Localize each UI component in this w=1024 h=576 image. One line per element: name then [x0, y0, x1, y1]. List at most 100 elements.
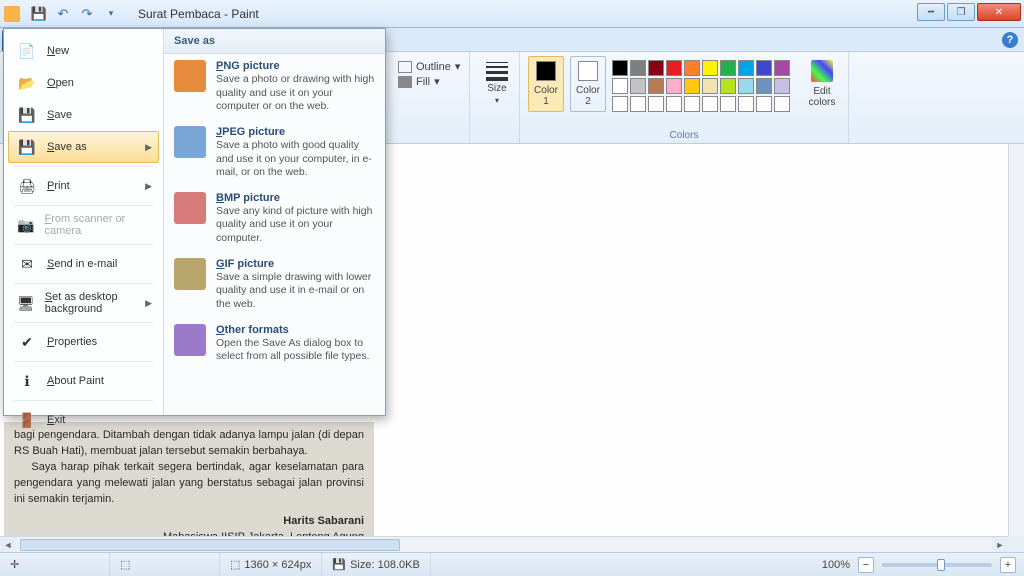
palette-color[interactable] [702, 96, 718, 112]
palette-color[interactable] [630, 96, 646, 112]
format-desc: Save a photo or drawing with high qualit… [216, 73, 375, 114]
palette-color[interactable] [684, 96, 700, 112]
size-button[interactable]: Size▾ [478, 56, 516, 105]
format-jpg[interactable]: JPEG pictureSave a photo with good quali… [164, 120, 385, 186]
menu-item-label: Exit [47, 414, 65, 426]
menu-item-label: Send in e-mail [47, 258, 117, 270]
color-palette[interactable] [612, 56, 790, 112]
format-oth[interactable]: Other formatsOpen the Save As dialog box… [164, 318, 385, 370]
palette-color[interactable] [702, 60, 718, 76]
menu-item-exit[interactable]: 🚪Exit [8, 404, 159, 436]
horizontal-scrollbar[interactable]: ◄ ► [0, 536, 1008, 552]
group-label-colors: Colors [520, 130, 848, 141]
menu-item-props[interactable]: ✔ Properties [8, 326, 159, 358]
palette-color[interactable] [648, 60, 664, 76]
palette-color[interactable] [702, 78, 718, 94]
about-icon: ℹ [17, 371, 37, 391]
palette-color[interactable] [648, 78, 664, 94]
edit-colors-button[interactable]: Edit colors [804, 56, 840, 108]
close-button[interactable]: ✕ [977, 3, 1021, 21]
submenu-arrow-icon: ▶ [145, 142, 152, 153]
palette-color[interactable] [738, 78, 754, 94]
qat-customize[interactable]: ▾ [100, 4, 122, 24]
palette-color[interactable] [756, 60, 772, 76]
fill-option[interactable]: Fill ▾ [398, 75, 461, 88]
palette-color[interactable] [774, 60, 790, 76]
format-title: Other formats [216, 324, 375, 336]
file-menu: 📄New📂Open💾Save💾Save as▶🖨Print▶📷From scan… [3, 28, 386, 416]
minimize-button[interactable]: ━ [917, 3, 945, 21]
props-icon: ✔ [17, 332, 37, 352]
color1-button[interactable]: Color 1 [528, 56, 564, 112]
palette-color[interactable] [612, 96, 628, 112]
palette-color[interactable] [666, 60, 682, 76]
palette-color[interactable] [666, 96, 682, 112]
palette-color[interactable] [612, 78, 628, 94]
menu-item-desktop[interactable]: 🖥Set as desktop background▶ [8, 287, 159, 319]
menu-item-scanner: 📷From scanner or camera [8, 209, 159, 241]
menu-item-label: New [47, 45, 69, 57]
palette-color[interactable] [774, 78, 790, 94]
menu-item-print[interactable]: 🖨Print▶ [8, 170, 159, 202]
format-title: BMP picture [216, 192, 375, 204]
outline-option[interactable]: Outline ▾ [398, 60, 461, 73]
file-size: 💾 Size: 108.0KB [322, 553, 430, 576]
status-bar: ✛ ⬚ ⬚ 1360 × 624px 💾 Size: 108.0KB 100% … [0, 552, 1024, 576]
menu-item-save[interactable]: 💾Save [8, 99, 159, 131]
help-icon[interactable]: ? [1002, 32, 1018, 48]
menu-item-new[interactable]: 📄New [8, 35, 159, 67]
menu-item-saveas[interactable]: 💾Save as▶ [8, 131, 159, 163]
menu-item-label: Save [47, 109, 72, 121]
palette-color[interactable] [720, 96, 736, 112]
format-png[interactable]: PNG pictureSave a photo or drawing with … [164, 54, 385, 120]
menu-item-label: Properties [47, 336, 97, 348]
format-desc: Save a photo with good quality and use i… [216, 139, 375, 180]
qat-save[interactable]: 💾 [28, 4, 50, 24]
palette-color[interactable] [756, 78, 772, 94]
menu-item-open[interactable]: 📂Open [8, 67, 159, 99]
menu-item-about[interactable]: ℹAbout Paint [8, 365, 159, 397]
palette-color[interactable] [720, 60, 736, 76]
cursor-pos: ✛ [0, 553, 110, 576]
document-image: bagi pengendara. Ditambah dengan tidak a… [4, 422, 374, 552]
format-title: GIF picture [216, 258, 375, 270]
palette-color[interactable] [738, 96, 754, 112]
fmt-oth-icon [174, 324, 206, 356]
qat-redo[interactable]: ↷ [76, 4, 98, 24]
palette-color[interactable] [756, 96, 772, 112]
zoom-level: 100% [822, 559, 850, 571]
palette-color[interactable] [720, 78, 736, 94]
app-icon [4, 6, 20, 22]
format-desc: Open the Save As dialog box to select fr… [216, 337, 375, 364]
print-icon: 🖨 [17, 176, 37, 196]
qat-undo[interactable]: ↶ [52, 4, 74, 24]
color2-button[interactable]: Color 2 [570, 56, 606, 112]
vertical-scrollbar[interactable] [1008, 144, 1024, 536]
fmt-bmp-icon [174, 192, 206, 224]
submenu-header: Save as [164, 29, 385, 54]
palette-color[interactable] [630, 60, 646, 76]
palette-color[interactable] [630, 78, 646, 94]
palette-color[interactable] [684, 60, 700, 76]
canvas-dims: ⬚ 1360 × 624px [220, 553, 322, 576]
desktop-icon: 🖥 [17, 293, 35, 313]
title-bar: 💾 ↶ ↷ ▾ Surat Pembaca - Paint ━ ❐ ✕ [0, 0, 1024, 28]
maximize-button[interactable]: ❐ [947, 3, 975, 21]
menu-item-label: Set as desktop background [45, 291, 150, 315]
zoom-in-button[interactable]: + [1000, 557, 1016, 573]
palette-color[interactable] [738, 60, 754, 76]
zoom-slider[interactable] [882, 563, 992, 567]
palette-color[interactable] [666, 78, 682, 94]
scanner-icon: 📷 [17, 215, 35, 235]
palette-color[interactable] [612, 60, 628, 76]
format-gif[interactable]: GIF pictureSave a simple drawing with lo… [164, 252, 385, 318]
fmt-jpg-icon [174, 126, 206, 158]
menu-item-email[interactable]: ✉Send in e-mail [8, 248, 159, 280]
submenu-arrow-icon: ▶ [145, 181, 152, 192]
palette-color[interactable] [774, 96, 790, 112]
palette-color[interactable] [684, 78, 700, 94]
format-bmp[interactable]: BMP pictureSave any kind of picture with… [164, 186, 385, 252]
zoom-out-button[interactable]: − [858, 557, 874, 573]
palette-color[interactable] [648, 96, 664, 112]
saveas-icon: 💾 [17, 137, 37, 157]
